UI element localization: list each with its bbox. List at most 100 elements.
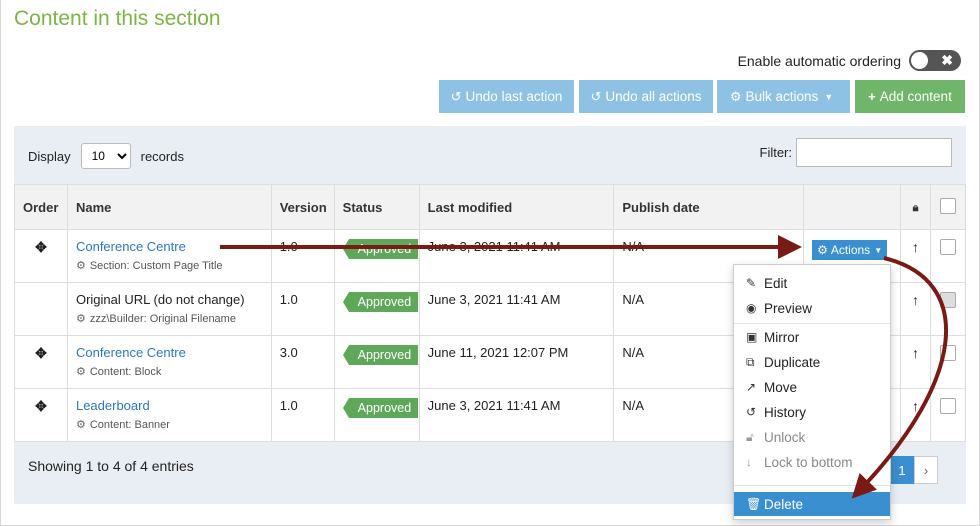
menu-item-label: Delete xyxy=(764,496,804,512)
move-icon[interactable]: ✥ xyxy=(35,345,47,361)
version-cell: 1.0 xyxy=(270,388,335,442)
edit-icon: ✎ xyxy=(746,276,757,290)
last-modified-header[interactable]: Last modified xyxy=(418,184,615,230)
item-name-link[interactable]: Conference Centre xyxy=(76,345,271,360)
item-type: ⚙ zzz\Builder: Original Filename xyxy=(75,312,271,326)
status-cell: Approved xyxy=(333,282,420,336)
select-all-header xyxy=(929,184,967,230)
cogs-icon: ⚙ xyxy=(75,313,86,325)
select-cell xyxy=(929,282,967,336)
menu-item-delete[interactable]: 🗑︎ Delete xyxy=(734,492,890,516)
modified-cell: June 3, 2021 11:41 AM xyxy=(418,229,615,283)
order-cell: ✥ xyxy=(14,335,68,389)
move-up-cell: ↑ xyxy=(900,282,931,336)
arrow-up-icon[interactable]: ↑ xyxy=(912,345,919,361)
item-type-label: Section: Custom Page Title xyxy=(89,259,223,272)
name-cell: Leaderboard ⚙ Content: Banner xyxy=(66,388,272,442)
row-checkbox[interactable] xyxy=(939,398,956,414)
actions-header xyxy=(803,184,902,230)
order-cell: ✥ xyxy=(14,229,68,283)
version-cell: 1.0 xyxy=(270,229,335,283)
move-up-cell: ↑ xyxy=(900,335,931,389)
menu-item-label: Lock to bottom xyxy=(764,454,853,470)
undo-last-button[interactable]: ↺ Undo last action xyxy=(439,80,574,113)
filter-label: Filter: xyxy=(759,145,793,160)
actions-label: Actions xyxy=(830,243,871,257)
records-label: records xyxy=(140,148,184,164)
undo-icon: ↺ xyxy=(450,88,462,104)
unlock-icon: 🔓︎ xyxy=(746,429,754,444)
name-cell: Conference Centre ⚙ Content: Block xyxy=(66,335,272,389)
menu-item-preview[interactable]: ◉ Preview xyxy=(734,296,890,320)
eye-icon: ◉ xyxy=(746,301,757,315)
menu-item-move[interactable]: ↗ Move xyxy=(734,375,890,399)
arrow-up-icon[interactable]: ↑ xyxy=(912,292,919,308)
entries-info: Showing 1 to 4 of 4 entries xyxy=(28,458,194,474)
menu-item-duplicate[interactable]: ⧉ Duplicate xyxy=(734,350,890,374)
menu-item-label: Preview xyxy=(764,300,813,316)
item-name: Original URL (do not change) xyxy=(75,292,245,307)
publish-date-header[interactable]: Publish date xyxy=(613,184,805,230)
version-header[interactable]: Version xyxy=(270,184,335,230)
trash-icon: 🗑︎ xyxy=(746,497,762,511)
auto-ordering-toggle[interactable]: ✖ xyxy=(909,50,961,71)
bulk-actions-button[interactable]: ⚙ Bulk actions ▼ xyxy=(717,80,850,113)
order-header[interactable]: Order xyxy=(14,184,68,230)
filter-input[interactable] xyxy=(796,138,952,167)
caret-down-icon: ▼ xyxy=(874,245,883,255)
status-header[interactable]: Status xyxy=(333,184,420,230)
actions-button[interactable]: ⚙ Actions ▼ xyxy=(812,240,888,260)
status-badge: Approved xyxy=(342,292,419,312)
caret-down-icon: ▼ xyxy=(824,91,834,102)
item-name-link[interactable]: Leaderboard xyxy=(76,398,271,413)
history-icon: ↺ xyxy=(746,405,757,419)
select-cell xyxy=(929,388,967,442)
status-badge: Approved xyxy=(342,345,419,365)
auto-ordering-label: Enable automatic ordering xyxy=(737,52,901,69)
bulk-actions-label: Bulk actions xyxy=(745,89,819,104)
actions-dropdown-menu: ✎ Edit ◉ Preview ▣ Mirror ⧉ Duplicate ↗ Move … xyxy=(733,264,891,520)
status-cell: Approved xyxy=(333,388,420,442)
item-name-link[interactable]: Conference Centre xyxy=(76,239,271,254)
item-type-label: Content: Banner xyxy=(89,418,170,431)
display-control: Display 10 records xyxy=(28,143,184,169)
select-all-checkbox[interactable] xyxy=(939,197,956,214)
menu-item-mirror[interactable]: ▣ Mirror xyxy=(734,325,890,349)
lock-header: 🔒︎ xyxy=(900,184,931,230)
item-type-label: zzz\Builder: Original Filename xyxy=(89,312,236,325)
cogs-icon: ⚙ xyxy=(75,419,86,431)
arrow-up-icon[interactable]: ↑ xyxy=(912,398,919,414)
cogs-icon: ⚙ xyxy=(75,366,86,378)
menu-item-edit[interactable]: ✎ Edit xyxy=(734,271,890,295)
undo-all-label: Undo all actions xyxy=(605,89,702,104)
row-checkbox[interactable] xyxy=(939,239,956,255)
row-checkbox[interactable] xyxy=(939,345,956,361)
select-cell xyxy=(929,335,967,389)
next-page-button[interactable]: › xyxy=(914,456,938,484)
page-1-button[interactable]: 1 xyxy=(890,456,914,484)
undo-all-button[interactable]: ↺ Undo all actions xyxy=(579,80,713,113)
status-cell: Approved xyxy=(333,229,420,283)
status-badge: Approved xyxy=(342,398,419,418)
filter-control: Filter: xyxy=(759,138,952,167)
name-header[interactable]: Name xyxy=(66,184,272,230)
move-up-cell: ↑ xyxy=(900,388,931,442)
cogs-icon: ⚙ xyxy=(729,88,742,104)
menu-item-label: Duplicate xyxy=(764,354,821,370)
name-cell: Original URL (do not change) ⚙ zzz\Builde… xyxy=(66,282,272,336)
menu-item-unlock[interactable]: 🔓︎ Unlock xyxy=(734,425,890,449)
menu-item-lock-to-bottom[interactable]: ↓ Lock to bottom xyxy=(734,450,890,474)
move-icon[interactable]: ✥ xyxy=(35,398,47,414)
modified-cell: June 3, 2021 11:41 AM xyxy=(418,282,615,336)
add-content-button[interactable]: + Add content xyxy=(855,80,965,113)
menu-item-history[interactable]: ↺ History xyxy=(734,400,890,424)
records-per-page-select[interactable]: 10 xyxy=(80,143,131,169)
move-icon[interactable]: ✥ xyxy=(35,239,47,255)
undo-last-label: Undo last action xyxy=(465,89,563,104)
lock-icon: 🔒︎ xyxy=(912,202,919,214)
pagination: 1 › xyxy=(890,456,938,484)
arrow-down-icon: ↓ xyxy=(746,455,752,469)
display-label: Display xyxy=(28,148,71,164)
arrow-up-icon[interactable]: ↑ xyxy=(912,239,919,255)
item-type-label: Content: Block xyxy=(89,365,162,378)
